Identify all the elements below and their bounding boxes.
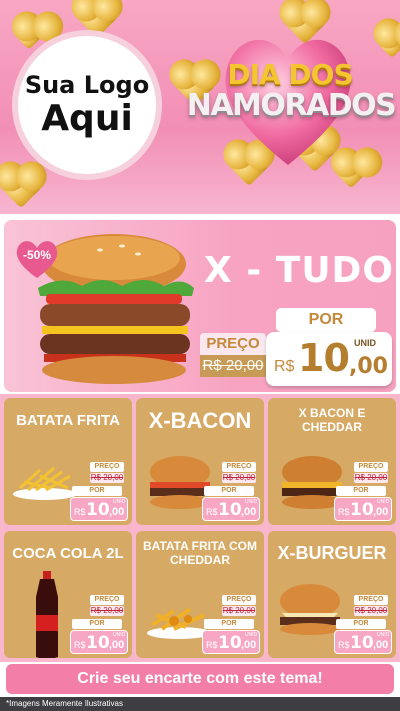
product-image xyxy=(32,571,62,658)
product-card: X-BACON PREÇO R$ 20,00 POR R$ 10,00 UNID xyxy=(136,398,264,525)
product-price: R$ 10,00 UNID xyxy=(334,630,392,654)
gold-heart-icon xyxy=(16,24,42,50)
product-price: R$ 10,00 UNID xyxy=(334,497,392,521)
cta-banner[interactable]: Crie seu encarte com este tema! xyxy=(6,664,394,694)
price-integer: 10 xyxy=(298,336,350,380)
featured-price: R$ 10 ,00 UNID xyxy=(266,332,392,386)
footer-disclaimer: *Imagens Meramente Ilustrativas xyxy=(0,697,400,711)
product-price: R$ 10,00 UNID xyxy=(202,630,260,654)
product-card: X BACON E CHEDDAR PREÇO R$ 20,00 POR R$ 10,00… xyxy=(268,398,396,525)
product-card: X-BURGUER PREÇO R$ 20,00 POR R$ 10,00 UNID xyxy=(268,531,396,658)
product-card: BATATA FRITA COM CHEDDAR PREÇO R$ 20,00 POR… xyxy=(136,531,264,658)
featured-old-price: PREÇO R$ 20,00 xyxy=(200,333,266,381)
preco-label: PREÇO xyxy=(354,462,388,472)
logo-placeholder: Sua Logo Aqui xyxy=(12,30,162,180)
por-label: POR xyxy=(336,619,386,629)
product-name: COCA COLA 2L xyxy=(12,545,124,562)
por-label: POR xyxy=(204,486,254,496)
preco-label: PREÇO xyxy=(222,462,256,472)
logo-text-line2: Aqui xyxy=(41,98,133,139)
logo-text-line1: Sua Logo xyxy=(24,71,150,99)
old-price: R$ 20,00 xyxy=(354,606,388,616)
por-label: POR xyxy=(204,619,254,629)
discount-badge: -50% xyxy=(14,236,60,282)
old-price: R$ 20,00 xyxy=(90,473,124,483)
old-price: R$ 20,00 xyxy=(90,606,124,616)
title-dia-dos: DIA DOS xyxy=(227,58,353,91)
product-price: R$ 10,00 UNID xyxy=(202,497,260,521)
por-label: POR xyxy=(72,619,122,629)
product-name: X-BACON xyxy=(148,408,252,433)
price-decimal: ,00 xyxy=(349,354,388,379)
preco-label: PREÇO xyxy=(90,462,124,472)
old-price: R$ 20,00 xyxy=(200,355,266,377)
featured-por-label: POR xyxy=(276,308,376,332)
preco-label: PREÇO xyxy=(90,595,124,605)
por-label: POR xyxy=(336,486,386,496)
gold-heart-icon xyxy=(0,165,43,209)
por-label: POR xyxy=(72,486,122,496)
gold-heart-icon xyxy=(377,29,400,59)
discount-text: -50% xyxy=(22,248,51,262)
old-price: R$ 20,00 xyxy=(354,473,388,483)
product-price: R$ 10,00 UNID xyxy=(70,630,128,654)
product-price: R$ 10,00 UNID xyxy=(70,497,128,521)
preco-label: PREÇO xyxy=(200,333,266,355)
product-name: BATATA FRITA xyxy=(16,412,120,429)
unit-label: UNID xyxy=(354,338,376,348)
header-banner: Sua Logo Aqui DIA DOS NAMORADOS xyxy=(0,0,400,214)
preco-label: PREÇO xyxy=(222,595,256,605)
product-name: X-BURGUER xyxy=(277,543,387,563)
product-name: BATATA FRITA COM CHEDDAR xyxy=(143,539,257,567)
product-card: COCA COLA 2L PREÇO R$ 20,00 POR R$ 10,00 UNID xyxy=(4,531,132,658)
currency: R$ xyxy=(274,358,295,375)
old-price: R$ 20,00 xyxy=(222,606,256,616)
product-card: BATATA FRITA PREÇO R$ 20,00 POR R$ 10,00 UNID xyxy=(4,398,132,525)
featured-product-name: X - TUDO xyxy=(204,250,395,291)
old-price: R$ 20,00 xyxy=(222,473,256,483)
product-name: X BACON E CHEDDAR xyxy=(298,406,366,434)
preco-label: PREÇO xyxy=(354,595,388,605)
title-namorados: NAMORADOS xyxy=(186,88,397,123)
